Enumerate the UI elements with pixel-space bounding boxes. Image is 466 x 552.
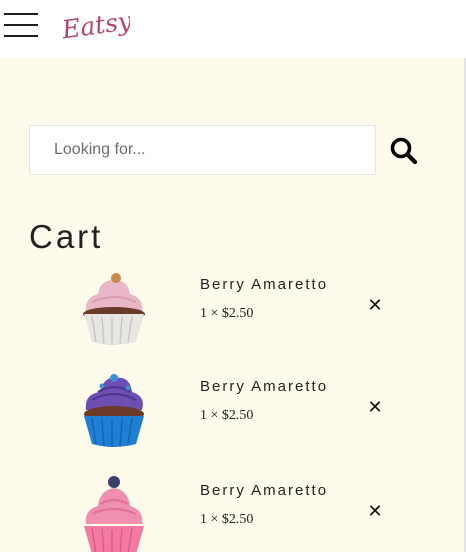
search-input[interactable] — [29, 125, 376, 175]
item-name[interactable]: Berry Amaretto — [200, 276, 328, 293]
remove-item-icon[interactable]: ✕ — [367, 297, 383, 315]
item-name[interactable]: Berry Amaretto — [200, 378, 328, 395]
cupcake-image — [84, 374, 144, 447]
remove-item-icon[interactable]: ✕ — [367, 399, 383, 417]
cupcake-image — [83, 273, 145, 345]
item-name[interactable]: Berry Amaretto — [200, 482, 328, 499]
svg-text:Eatsy: Eatsy — [60, 6, 130, 45]
cart-item: Berry Amaretto 1 × $2.50 ✕ — [0, 370, 466, 466]
item-quantity-price: 1 × $2.50 — [200, 512, 254, 527]
cart-item: Berry Amaretto 1 × $2.50 ✕ — [0, 474, 466, 552]
cart-title: Cart — [29, 218, 104, 255]
search-icon[interactable] — [388, 135, 420, 167]
top-bar: Eatsy — [0, 0, 466, 58]
remove-item-icon[interactable]: ✕ — [367, 503, 383, 521]
cupcake-image — [84, 476, 144, 552]
hamburger-menu-icon[interactable] — [4, 13, 38, 37]
cart-item: Berry Amaretto 1 × $2.50 ✕ — [0, 268, 466, 364]
item-quantity-price: 1 × $2.50 — [200, 408, 254, 423]
item-quantity-price: 1 × $2.50 — [200, 306, 254, 321]
eatsy-logo[interactable]: Eatsy — [60, 6, 130, 46]
